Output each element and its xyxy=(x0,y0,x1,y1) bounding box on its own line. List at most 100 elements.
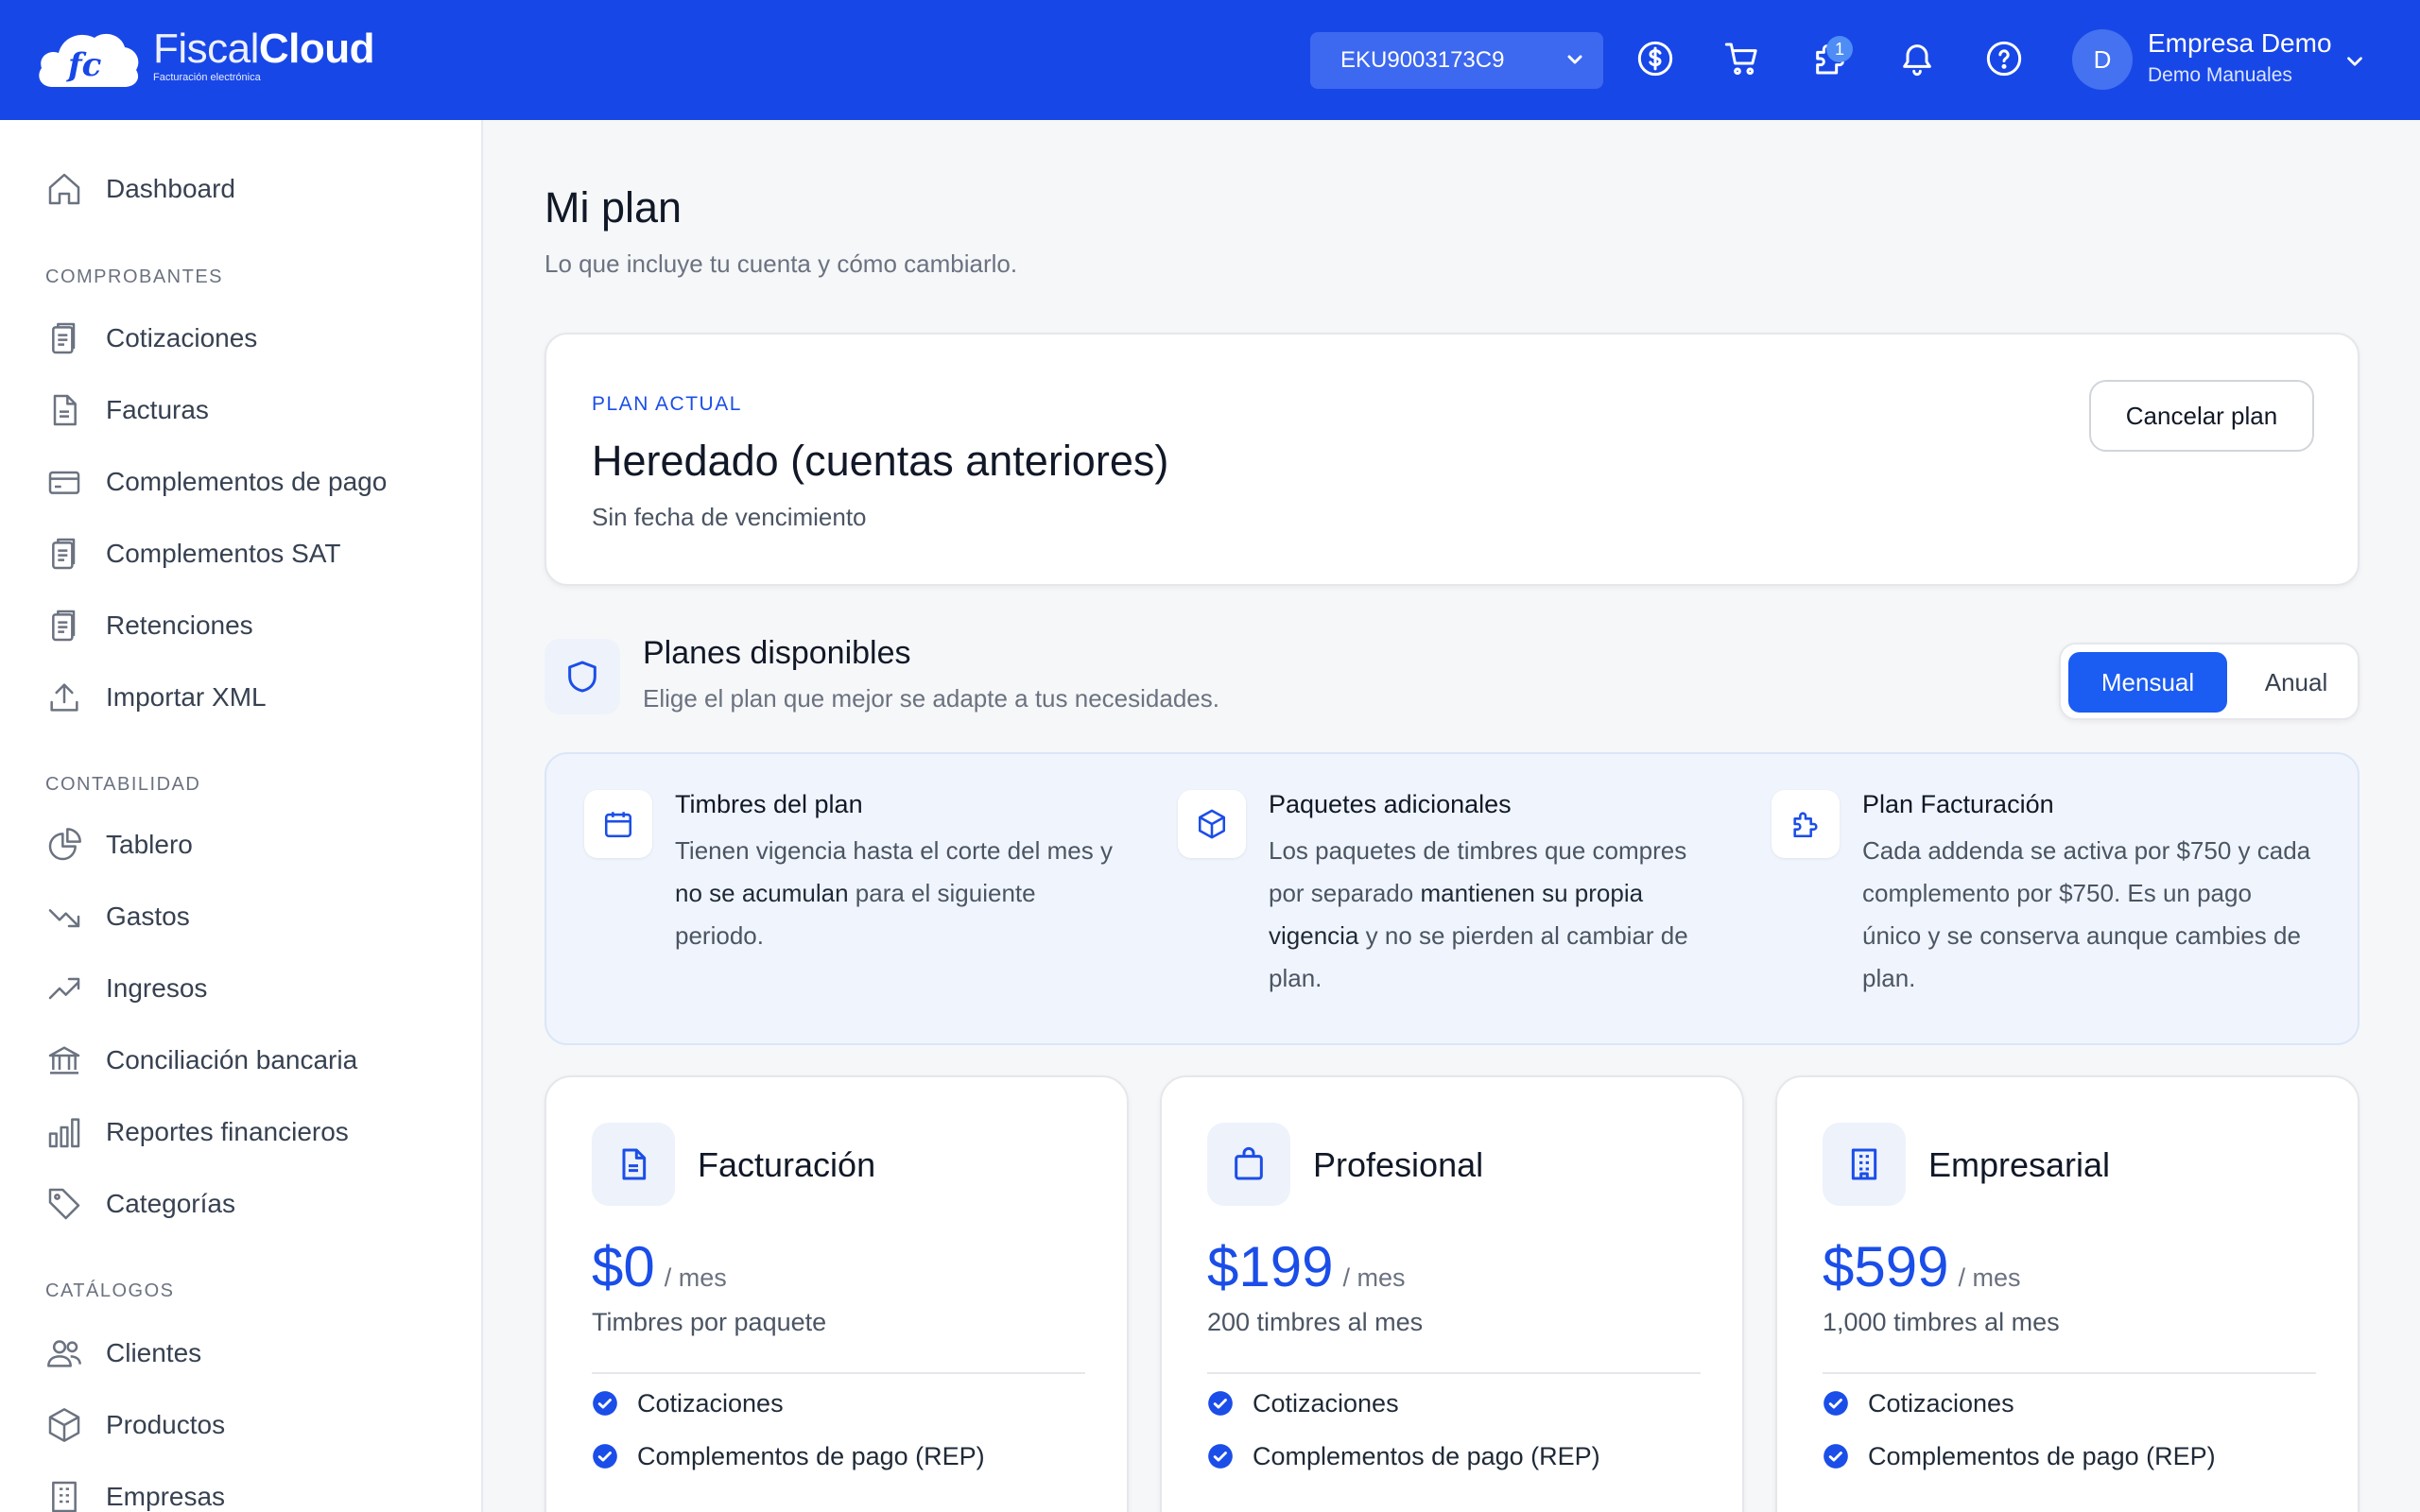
plan-description: 1,000 timbres al mes xyxy=(1823,1308,2060,1336)
sidebar-item-conciliacion[interactable]: Conciliación bancaria xyxy=(45,1040,357,1081)
plan-info-box: Timbres del plan Tienen vigencia hasta e… xyxy=(544,752,2360,1045)
sidebar-item-tablero[interactable]: Tablero xyxy=(45,824,193,866)
puzzle-icon xyxy=(1772,790,1840,858)
check-circle-icon xyxy=(1824,1444,1848,1469)
upload-icon xyxy=(45,679,83,716)
plan-description: 200 timbres al mes xyxy=(1207,1308,1424,1336)
bar-chart-icon xyxy=(45,1113,83,1151)
current-plan-label: PLAN ACTUAL xyxy=(592,393,742,415)
rfc-select[interactable]: EKU9003173C9 xyxy=(1310,32,1603,89)
current-plan-name: Heredado (cuentas anteriores) xyxy=(592,437,1169,485)
sidebar-item-reportes[interactable]: Reportes financieros xyxy=(45,1111,349,1153)
plan-description: Timbres por paquete xyxy=(592,1308,827,1336)
users-icon xyxy=(45,1334,83,1372)
plan-feature: Cotizaciones xyxy=(592,1387,784,1419)
rfc-select-value: EKU9003173C9 xyxy=(1340,47,1505,73)
chevron-down-icon[interactable] xyxy=(2342,49,2367,74)
sidebar-item-cotizaciones[interactable]: Cotizaciones xyxy=(45,318,257,359)
cancel-plan-button[interactable]: Cancelar plan xyxy=(2089,380,2314,452)
box-icon xyxy=(45,1406,83,1444)
trending-up-icon xyxy=(45,970,83,1007)
plan-card-facturacion: Facturación $0/ mes Timbres por paquete … xyxy=(544,1075,1129,1512)
notification-count-badge: 1 xyxy=(1826,36,1853,62)
pie-chart-icon xyxy=(45,826,83,864)
sidebar-section-contabilidad: CONTABILIDAD xyxy=(45,774,201,795)
tag-icon xyxy=(45,1185,83,1223)
bank-icon xyxy=(45,1041,83,1079)
plan-feature: Cotizaciones xyxy=(1823,1387,2014,1419)
clipboard-icon xyxy=(45,535,83,573)
plan-feature: Complementos de pago (REP) xyxy=(1207,1440,1600,1472)
check-circle-icon xyxy=(593,1391,617,1416)
sidebar-item-facturas[interactable]: Facturas xyxy=(45,389,209,431)
check-circle-icon xyxy=(593,1444,617,1469)
plan-feature: Cotizaciones xyxy=(1207,1387,1399,1419)
sidebar-section-comprobantes: COMPROBANTES xyxy=(45,266,224,287)
user-name[interactable]: Empresa Demo xyxy=(2148,28,2332,59)
building-icon xyxy=(45,1478,83,1512)
available-plans-subtitle: Elige el plan que mejor se adapte a tus … xyxy=(643,684,1219,713)
cart-icon[interactable] xyxy=(1723,40,1761,77)
sidebar-item-clientes[interactable]: Clientes xyxy=(45,1332,201,1374)
toggle-mensual[interactable]: Mensual xyxy=(2068,652,2227,713)
cloud-logo-icon: fc xyxy=(39,33,139,87)
plan-price: $0/ mes xyxy=(592,1235,727,1298)
plan-name: Facturación xyxy=(698,1145,876,1184)
toggle-anual[interactable]: Anual xyxy=(2240,652,2352,713)
calendar-icon xyxy=(584,790,652,858)
plan-price: $199/ mes xyxy=(1207,1235,1406,1298)
brand-tagline: Facturación electrónica xyxy=(153,72,261,83)
box-icon xyxy=(1178,790,1246,858)
plan-price: $599/ mes xyxy=(1823,1235,2021,1298)
document-icon xyxy=(592,1123,675,1206)
current-plan-card: PLAN ACTUAL Heredado (cuentas anteriores… xyxy=(544,333,2360,586)
plan-feature: Complementos de pago (REP) xyxy=(592,1440,985,1472)
building-icon xyxy=(1823,1123,1906,1206)
home-icon xyxy=(45,170,83,208)
page-subtitle: Lo que incluye tu cuenta y cómo cambiarl… xyxy=(544,249,1018,278)
brand-name-light: Fiscal xyxy=(153,26,259,72)
shield-icon xyxy=(544,639,620,714)
user-subtitle: Demo Manuales xyxy=(2148,64,2292,86)
sidebar-section-catalogos: CATÁLOGOS xyxy=(45,1280,175,1301)
brand-name-bold: Cloud xyxy=(258,26,375,72)
plan-feature: Complementos de pago (REP) xyxy=(1823,1440,2216,1472)
shopping-bag-icon xyxy=(1207,1123,1290,1206)
credit-card-icon xyxy=(45,463,83,501)
plan-name: Profesional xyxy=(1313,1145,1484,1184)
clipboard-icon xyxy=(45,607,83,644)
available-plans-title: Planes disponibles xyxy=(643,635,911,671)
divider xyxy=(1823,1372,2316,1374)
help-icon[interactable] xyxy=(1985,40,2023,77)
check-circle-icon xyxy=(1208,1391,1233,1416)
sidebar-item-complementos-sat[interactable]: Complementos SAT xyxy=(45,533,340,575)
sidebar-item-productos[interactable]: Productos xyxy=(45,1404,225,1446)
fiscalcloud-logo[interactable]: fc FiscalCloud Facturación electrónica xyxy=(36,26,375,91)
sidebar-item-complementos-pago[interactable]: Complementos de pago xyxy=(45,461,387,503)
divider xyxy=(592,1372,1085,1374)
current-plan-expiration: Sin fecha de vencimiento xyxy=(592,503,867,531)
sidebar-item-retenciones[interactable]: Retenciones xyxy=(45,605,253,646)
svg-text:fc: fc xyxy=(66,46,102,84)
document-icon xyxy=(45,391,83,429)
page-title: Mi plan xyxy=(544,183,683,232)
sidebar-item-gastos[interactable]: Gastos xyxy=(45,896,190,937)
bell-icon[interactable] xyxy=(1898,40,1936,77)
clipboard-icon xyxy=(45,319,83,357)
sidebar-item-importar-xml[interactable]: Importar XML xyxy=(45,677,267,718)
sidebar-item-ingresos[interactable]: Ingresos xyxy=(45,968,207,1009)
dollar-icon[interactable] xyxy=(1636,40,1674,77)
plan-card-empresarial: Empresarial $599/ mes 1,000 timbres al m… xyxy=(1775,1075,2360,1512)
sidebar-item-dashboard[interactable]: Dashboard xyxy=(45,168,235,210)
plan-name: Empresarial xyxy=(1928,1145,2111,1184)
check-circle-icon xyxy=(1208,1444,1233,1469)
chevron-down-icon xyxy=(1567,55,1582,64)
sidebar-item-categorias[interactable]: Categorías xyxy=(45,1183,235,1225)
user-avatar[interactable]: D xyxy=(2072,29,2133,90)
trending-down-icon xyxy=(45,898,83,936)
divider xyxy=(1207,1372,1701,1374)
billing-period-toggle: Mensual Anual xyxy=(2059,643,2360,720)
sidebar-item-empresas[interactable]: Empresas xyxy=(45,1476,225,1512)
check-circle-icon xyxy=(1824,1391,1848,1416)
sidebar: Dashboard COMPROBANTES Cotizaciones Fact… xyxy=(0,120,483,1512)
